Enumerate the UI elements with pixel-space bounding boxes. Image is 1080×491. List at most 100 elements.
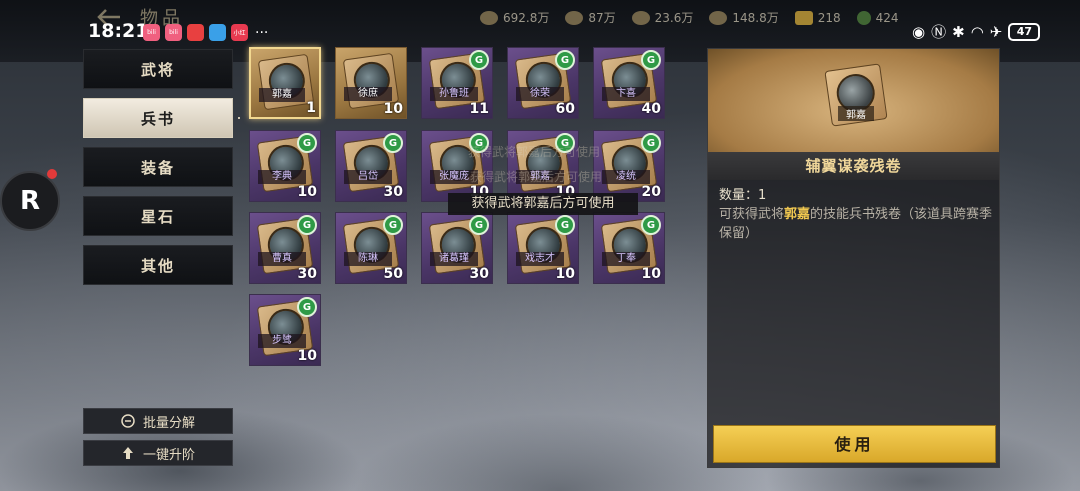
battery-icon: 47 xyxy=(1008,22,1041,41)
item-card[interactable]: G 张魔庞 10 xyxy=(421,130,493,202)
ticket-app-icon: 小红 xyxy=(231,24,248,41)
one-click-upgrade-button[interactable]: 一键升阶 xyxy=(83,440,233,466)
green-g-badge-icon: G xyxy=(555,215,575,235)
grain-icon xyxy=(709,10,728,25)
menu-item-starstone[interactable]: 星石 xyxy=(83,196,233,236)
item-card[interactable]: G 曹真 30 xyxy=(249,212,321,284)
detail-description: 可获得武将郭嘉的技能兵书残卷（该道具跨赛季保留） xyxy=(719,205,994,243)
jade-icon xyxy=(856,10,871,25)
resource-grain-value: 148.8万 xyxy=(732,11,779,25)
resource-stone-value: 23.6万 xyxy=(654,11,694,25)
detail-quantity: 数量：1 xyxy=(719,188,767,203)
use-button[interactable]: 使用 xyxy=(713,425,996,463)
item-card[interactable]: G 诸葛瑾 30 xyxy=(421,212,493,284)
item-count: 10 xyxy=(297,348,317,364)
item-card[interactable]: G 李典 10 xyxy=(249,130,321,202)
iron-icon xyxy=(565,10,584,25)
wifi-icon: ◠ xyxy=(970,22,984,41)
red-app-icon xyxy=(187,24,204,41)
nfc-icon: Ⓝ xyxy=(931,23,947,41)
wood-icon xyxy=(480,10,498,25)
green-g-badge-icon: G xyxy=(641,215,661,235)
item-card[interactable]: G 吕岱 30 xyxy=(335,130,407,202)
green-g-badge-icon: G xyxy=(383,215,403,235)
status-clock: 18:21 xyxy=(88,20,149,42)
item-count: 10 xyxy=(641,266,661,282)
item-card[interactable]: G 徐荣 60 xyxy=(507,47,579,119)
resource-iron: 87万 xyxy=(565,9,616,26)
item-count: 60 xyxy=(555,101,575,117)
menu-item-equipment[interactable]: 装备 xyxy=(83,147,233,187)
item-count: 10 xyxy=(383,101,403,117)
green-g-badge-icon: G xyxy=(297,297,317,317)
item-count: 11 xyxy=(469,101,489,117)
item-tooltip: 获得武将郭嘉后方可使用 xyxy=(448,193,638,215)
floating-assistant-button[interactable]: R xyxy=(0,171,60,231)
green-g-badge-icon: G xyxy=(555,50,575,70)
one-click-upgrade-label: 一键升阶 xyxy=(142,447,195,463)
resource-gold: 218 xyxy=(794,9,841,26)
faded-tooltip: 获得武将郭嘉后方可使用 xyxy=(468,145,601,159)
item-name: 戏志才 xyxy=(516,252,564,266)
notification-icons: bili bili 小红 ··· xyxy=(143,24,268,41)
blue-app-icon xyxy=(209,24,226,41)
green-g-badge-icon: G xyxy=(469,215,489,235)
menu-item-generals[interactable]: 武将 xyxy=(83,49,233,89)
item-count: 30 xyxy=(383,184,403,200)
resource-jade-value: 424 xyxy=(875,10,899,25)
item-card[interactable]: G 凌统 20 xyxy=(593,130,665,202)
r-logo-icon: R xyxy=(19,186,41,216)
item-name: 李典 xyxy=(258,170,306,184)
airplane-icon: ✈ xyxy=(989,22,1003,41)
bilibili-icon: bili xyxy=(165,24,182,41)
item-name: 步骘 xyxy=(258,334,306,348)
eye-icon: ◉ xyxy=(912,22,926,41)
gold-icon xyxy=(794,10,813,25)
resource-jade: 424 xyxy=(856,9,899,26)
detail-title: 辅翼谋袭残卷 xyxy=(708,152,999,180)
item-card[interactable]: G 陈琳 50 xyxy=(335,212,407,284)
item-count: 10 xyxy=(555,266,575,282)
item-name: 曹真 xyxy=(258,252,306,266)
item-name: 诸葛瑾 xyxy=(430,252,478,266)
item-name: 徐荣 xyxy=(516,87,564,101)
item-count: 30 xyxy=(297,266,317,282)
item-card[interactable]: 郭嘉 1 xyxy=(249,47,321,119)
item-card[interactable]: 徐庶 10 xyxy=(335,47,407,119)
green-g-badge-icon: G xyxy=(383,133,403,153)
green-g-badge-icon: G xyxy=(469,50,489,70)
item-name: 吕岱 xyxy=(344,170,392,184)
item-card[interactable]: G 郭嘉 10 xyxy=(507,130,579,202)
desc-prefix: 可获得武将 xyxy=(719,207,785,222)
item-card[interactable]: G 戏志才 10 xyxy=(507,212,579,284)
item-card[interactable]: G 步骘 10 xyxy=(249,294,321,366)
batch-decompose-label: 批量分解 xyxy=(142,415,195,431)
item-name: 郭嘉 xyxy=(259,88,305,102)
item-card[interactable]: G 卞喜 40 xyxy=(593,47,665,119)
more-notifications-icon: ··· xyxy=(255,24,269,41)
bluetooth-icon: ✱ xyxy=(952,22,965,41)
resource-bar: 692.8万 87万 23.6万 148.8万 218 424 xyxy=(480,9,899,26)
item-card[interactable]: G 孙鲁班 11 xyxy=(421,47,493,119)
bilibili-icon: bili xyxy=(143,24,160,41)
item-card[interactable]: G 丁奉 10 xyxy=(593,212,665,284)
resource-grain: 148.8万 xyxy=(709,9,779,26)
item-count: 1 xyxy=(306,100,316,116)
desc-hero-name: 郭嘉 xyxy=(784,207,811,222)
menu-item-other[interactable]: 其他 xyxy=(83,245,233,285)
item-name: 孙鲁班 xyxy=(430,87,478,101)
resource-iron-value: 87万 xyxy=(588,11,616,25)
item-name: 凌统 xyxy=(602,170,650,184)
item-name: 徐庶 xyxy=(344,87,392,101)
system-icons: ◉ Ⓝ ✱ ◠ ✈ 47 xyxy=(912,21,1041,42)
resource-wood: 692.8万 xyxy=(480,9,549,26)
arrow-up-icon xyxy=(122,447,133,459)
item-count: 10 xyxy=(297,184,317,200)
green-g-badge-icon: G xyxy=(641,133,661,153)
batch-decompose-button[interactable]: 批量分解 xyxy=(83,408,233,434)
detail-book-label: 郭嘉 xyxy=(838,106,874,121)
item-count: 40 xyxy=(641,101,661,117)
item-detail-panel: 郭嘉 辅翼谋袭残卷 数量：1 可获得武将郭嘉的技能兵书残卷（该道具跨赛季保留） … xyxy=(707,48,1000,468)
menu-item-books[interactable]: 兵书 xyxy=(83,98,240,138)
item-count: 30 xyxy=(469,266,489,282)
